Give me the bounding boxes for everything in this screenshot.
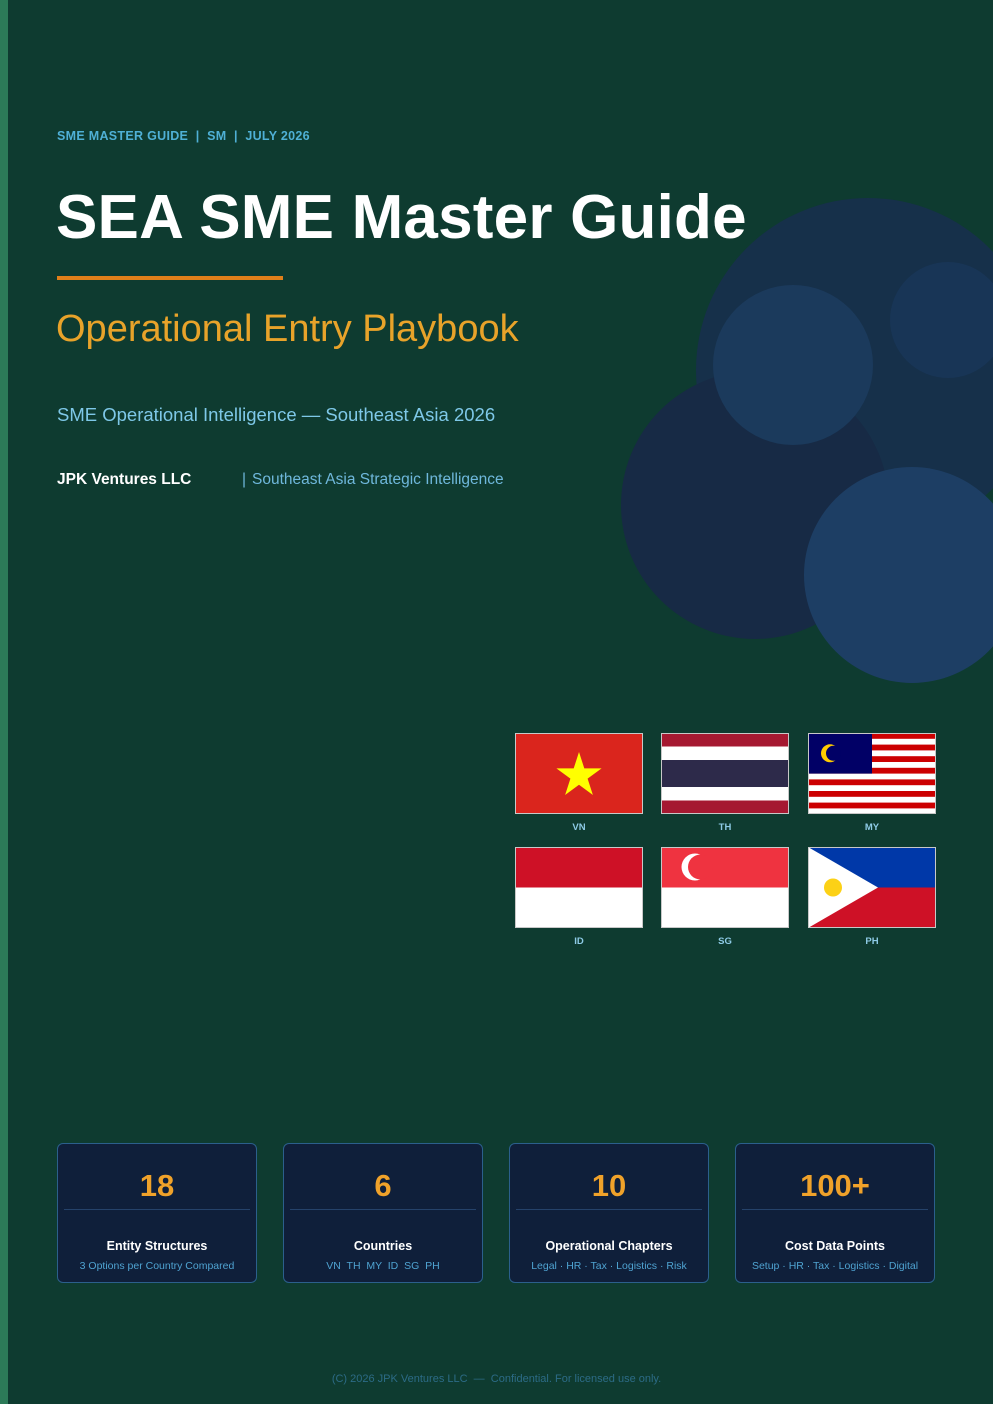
- singapore-flag-icon: [661, 847, 789, 928]
- flag-code-id: ID: [574, 936, 584, 947]
- stat-label: Operational Chapters: [545, 1239, 673, 1253]
- stat-value: 18: [139, 1168, 175, 1203]
- stat-value: 100+: [800, 1168, 870, 1203]
- flag-code-my: MY: [864, 822, 880, 833]
- flag-card-my: MY: [808, 733, 936, 833]
- stat-card-cost-data-points: 100+ Cost Data Points Setup · HR · Tax ·…: [735, 1143, 935, 1283]
- stat-value: 10: [591, 1168, 627, 1203]
- flag-card-sg: SG: [661, 847, 789, 947]
- malaysia-flag-icon: [808, 733, 936, 814]
- deco-circle-mid: [713, 285, 873, 445]
- stat-divider: [742, 1209, 928, 1210]
- flag-code-vn: VN: [572, 822, 586, 833]
- flag-card-vn: VN: [515, 733, 643, 833]
- company-name: JPK Ventures LLC: [57, 471, 192, 488]
- document-eyebrow: SME MASTER GUIDE | SM | JULY 2026: [57, 129, 310, 143]
- company-tagline-group: | Southeast Asia Strategic Intelligence: [242, 471, 504, 489]
- footer-copyright: (C) 2026 JPK Ventures LLC — Confidential…: [331, 1373, 662, 1385]
- stat-label: Entity Structures: [106, 1239, 208, 1253]
- stat-detail: Legal · HR · Tax · Logistics · Risk: [531, 1260, 687, 1272]
- flag-code-th: TH: [718, 822, 732, 833]
- flag-code-ph: PH: [865, 936, 879, 947]
- stat-card-entity-structures: 18 Entity Structures 3 Options per Count…: [57, 1143, 257, 1283]
- stat-divider: [64, 1209, 250, 1210]
- stat-detail: VN TH MY ID SG PH: [326, 1260, 440, 1272]
- stat-detail: Setup · HR · Tax · Logistics · Digital: [751, 1260, 919, 1272]
- company-tagline: Southeast Asia Strategic Intelligence: [252, 471, 504, 488]
- flag-card-id: ID: [515, 847, 643, 947]
- vietnam-flag-icon: [515, 733, 643, 814]
- document-subtitle: Operational Entry Playbook: [56, 308, 519, 350]
- stat-label: Countries: [353, 1239, 413, 1253]
- stat-divider: [290, 1209, 476, 1210]
- title-underline: [57, 276, 283, 280]
- flag-card-th: TH: [661, 733, 789, 833]
- company-separator: |: [242, 471, 247, 488]
- stat-card-operational-chapters: 10 Operational Chapters Legal · HR · Tax…: [509, 1143, 709, 1283]
- stat-card-countries: 6 Countries VN TH MY ID SG PH: [283, 1143, 483, 1283]
- stat-label: Cost Data Points: [784, 1239, 885, 1253]
- indonesia-flag-icon: [515, 847, 643, 928]
- document-tagline: SME Operational Intelligence — Southeast…: [57, 404, 496, 425]
- document-title: SEA SME Master Guide: [56, 183, 747, 252]
- flag-code-sg: SG: [718, 936, 732, 947]
- philippines-flag-icon: [808, 847, 936, 928]
- stat-detail: 3 Options per Country Compared: [79, 1260, 235, 1272]
- stat-value: 6: [374, 1168, 392, 1203]
- flag-card-ph: PH: [808, 847, 936, 947]
- thailand-flag-icon: [661, 733, 789, 814]
- stat-divider: [516, 1209, 702, 1210]
